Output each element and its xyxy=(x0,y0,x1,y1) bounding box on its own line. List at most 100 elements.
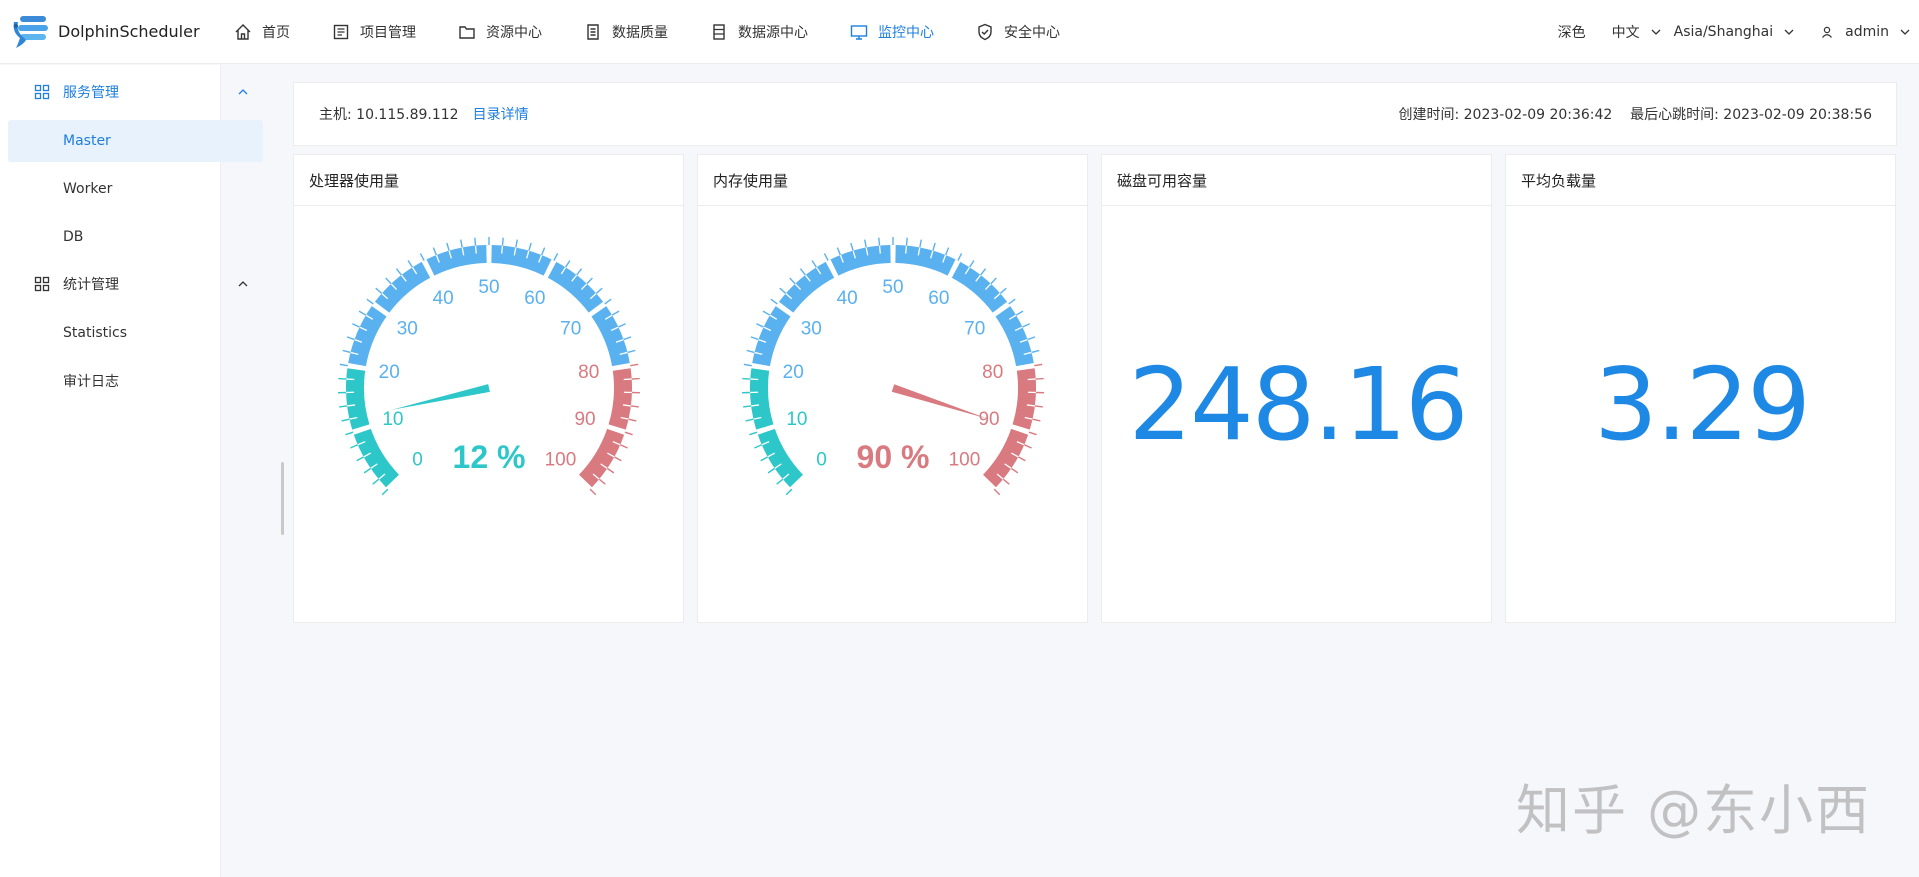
nav-label: 数据质量 xyxy=(612,24,668,41)
gauge-outer-tick xyxy=(366,298,374,305)
gauge-outer-tick xyxy=(785,488,793,496)
document-icon xyxy=(587,23,599,40)
gauge-outer-tick xyxy=(756,323,764,328)
chevron-down-icon xyxy=(1900,29,1910,35)
gauge-outer-tick xyxy=(1010,467,1019,474)
sidebar-item-label: DB xyxy=(63,229,84,245)
gauge-tick-label: 60 xyxy=(928,288,949,309)
menu-group-service-management[interactable]: 服务管理 xyxy=(0,72,248,112)
user-name: admin xyxy=(1845,24,1889,40)
gauge-band-segment xyxy=(547,261,604,313)
nav-data-quality[interactable]: 数据质量 xyxy=(584,0,668,64)
gauge-tick-label: 60 xyxy=(524,288,545,309)
menu-group-statistics-management[interactable]: 统计管理 xyxy=(0,264,248,304)
sidebar-item-audit-log[interactable]: 审计日志 xyxy=(8,360,263,402)
theme-toggle[interactable]: 深色 xyxy=(1558,22,1586,42)
gauge-outer-tick xyxy=(630,405,639,408)
brand-name: DolphinScheduler xyxy=(58,22,200,41)
gauge-outer-tick xyxy=(372,478,380,485)
gauge-band-segment xyxy=(348,306,387,367)
gauge-outer-tick xyxy=(1031,349,1040,354)
gauge-value-label: 90 % xyxy=(857,439,930,475)
gauge-band-segment xyxy=(426,245,487,276)
gauge-band-segment xyxy=(608,368,632,430)
gauge-outer-tick xyxy=(746,349,755,354)
language-select[interactable]: 中文 xyxy=(1612,22,1662,42)
gauge-outer-tick xyxy=(474,237,477,246)
gauge-tick-label: 20 xyxy=(783,362,804,383)
gauge-outer-tick xyxy=(598,478,606,485)
gauge-outer-tick xyxy=(811,260,817,268)
header-tools: 深色 中文 Asia/Shanghai admin xyxy=(1558,0,1919,64)
sidebar-scrollbar[interactable] xyxy=(281,462,284,535)
gauge-tick-label: 10 xyxy=(382,409,403,430)
nav-label: 项目管理 xyxy=(360,24,416,41)
gauge-outer-tick xyxy=(375,287,383,294)
gauge-minor-tick xyxy=(346,364,356,368)
sidebar-item-label: Master xyxy=(63,133,111,149)
gauge-outer-tick xyxy=(836,247,842,256)
gauge-outer-tick xyxy=(627,349,636,354)
gauge-band-segment xyxy=(346,368,370,430)
nav-datasource-center[interactable]: 数据源中心 xyxy=(710,0,808,64)
gauge-outer-tick xyxy=(1035,377,1044,380)
gauge-tick-label: 30 xyxy=(801,319,822,340)
nav-monitor-center[interactable]: 监控中心 xyxy=(850,0,934,64)
gauge-outer-tick xyxy=(381,488,389,496)
watermark: 知乎 @东小西 xyxy=(1516,779,1872,842)
card-memory-usage: 内存使用量 0 10 20 30 40 50 60 70 80 90 100 90 % xyxy=(697,154,1088,623)
gauge-tick-label: 90 xyxy=(574,409,595,430)
gauge-outer-tick xyxy=(770,298,778,305)
gauge-minor-tick xyxy=(1026,364,1036,368)
gauge-tick-label: 40 xyxy=(837,288,858,309)
directory-details-link[interactable]: 目录详情 xyxy=(473,104,529,124)
gauge-outer-tick xyxy=(1034,405,1043,408)
gauge-outer-tick xyxy=(779,287,787,294)
sidebar-item-worker[interactable]: Worker xyxy=(8,168,263,210)
gauge-tick-label: 80 xyxy=(578,362,599,383)
gauge-band-segment xyxy=(374,261,431,313)
gauge-minor-tick xyxy=(905,244,908,254)
sidebar-item-statistics[interactable]: Statistics xyxy=(8,312,263,354)
gauge-tick-label: 0 xyxy=(816,449,827,470)
gauge-band-segment xyxy=(951,261,1008,313)
nav-security-center[interactable]: 安全中心 xyxy=(976,0,1060,64)
gauge-outer-tick xyxy=(1034,363,1043,367)
gauge-outer-tick xyxy=(750,336,759,341)
sidebar-item-label: Statistics xyxy=(63,325,127,341)
gauge-band-segment xyxy=(750,368,774,430)
gauge-minor-tick xyxy=(755,429,765,434)
gauge-tick-label: 70 xyxy=(964,319,985,340)
logo[interactable]: DolphinScheduler xyxy=(10,12,220,52)
gauge-outer-tick xyxy=(528,242,532,251)
gauge-band-segment xyxy=(752,306,791,367)
sidebar-item-db[interactable]: DB xyxy=(8,216,263,258)
gauge-outer-tick xyxy=(1027,336,1036,341)
gauge-outer-tick xyxy=(1028,431,1037,436)
gauge-outer-tick xyxy=(553,253,559,261)
gauge-outer-tick xyxy=(1002,478,1010,485)
nav-resource-center[interactable]: 资源中心 xyxy=(458,0,542,64)
card-disk-available: 磁盘可用容量 248.16 xyxy=(1101,154,1492,623)
timezone-select[interactable]: Asia/Shanghai xyxy=(1674,24,1796,40)
gauge-pointer xyxy=(891,384,989,419)
gauge-value-label: 12 % xyxy=(453,439,526,475)
gauge-minor-tick xyxy=(878,244,881,254)
gauge-outer-tick xyxy=(595,287,603,294)
gauge-outer-tick xyxy=(501,237,504,246)
gauge-minor-tick xyxy=(1027,378,1037,381)
gauge-tick-label: 70 xyxy=(560,319,581,340)
sidebar-item-master[interactable]: Master xyxy=(8,120,263,162)
cpu-gauge: 0 10 20 30 40 50 60 70 80 90 100 12 % xyxy=(338,237,640,496)
host-info-bar: 主机: 10.115.89.112 目录详情 创建时间: 2023-02-09 … xyxy=(293,82,1897,146)
user-menu[interactable]: admin xyxy=(1821,24,1911,40)
nav-project-management[interactable]: 项目管理 xyxy=(332,0,416,64)
gauge-outer-tick xyxy=(957,253,963,261)
gauge-outer-tick xyxy=(878,237,881,246)
gauge-tick-label: 10 xyxy=(786,409,807,430)
gauge-outer-tick xyxy=(932,242,936,251)
gauge-outer-tick xyxy=(1008,298,1016,305)
nav-home[interactable]: 首页 xyxy=(234,0,290,64)
theme-label: 深色 xyxy=(1557,25,1586,41)
gauge-minor-tick xyxy=(423,259,429,269)
